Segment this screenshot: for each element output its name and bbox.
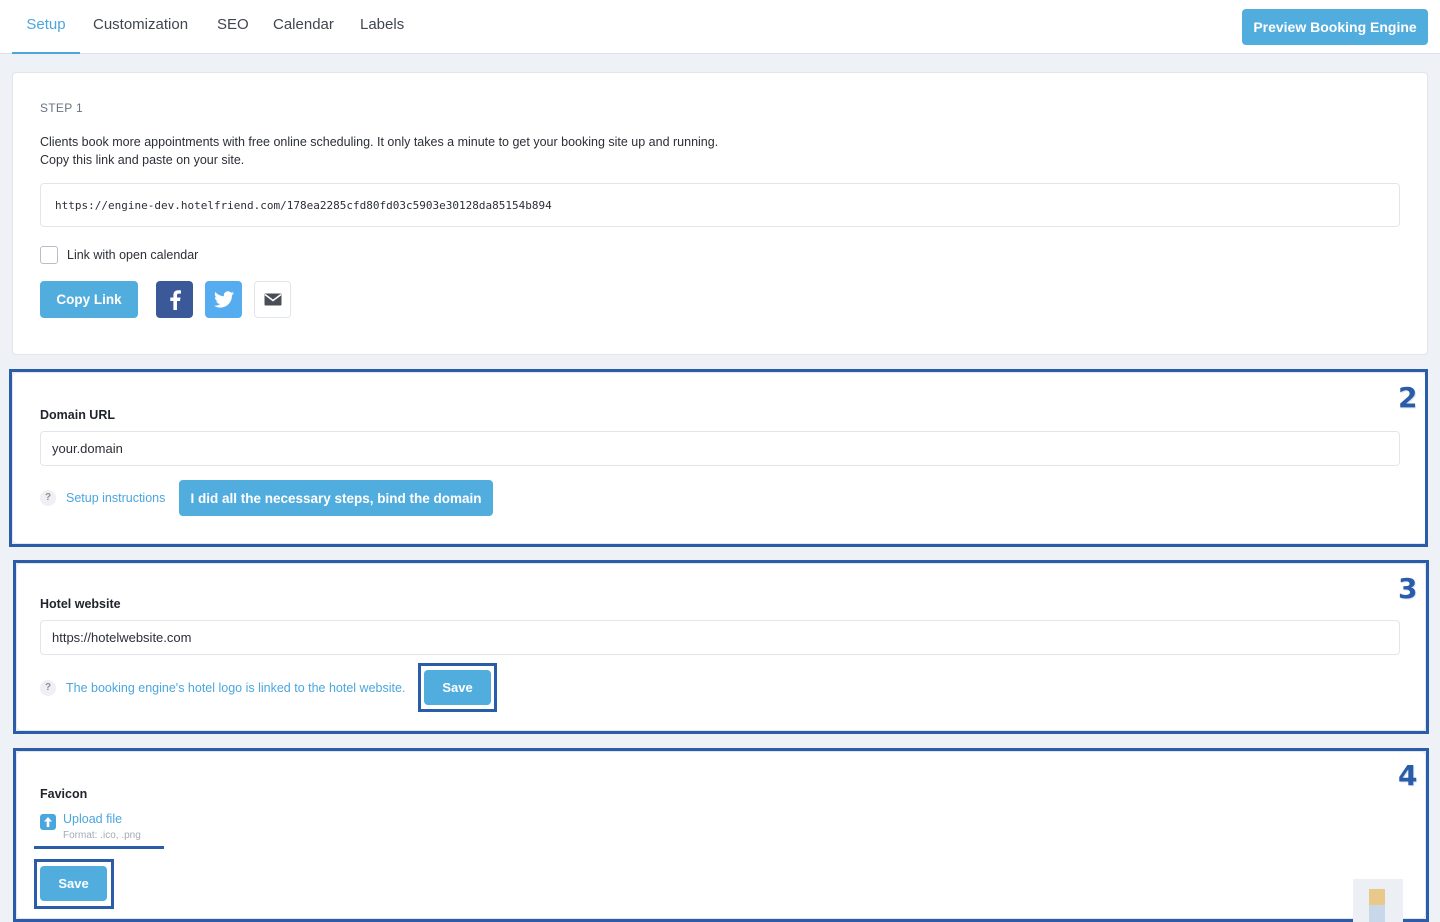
tab-customization[interactable]: Customization	[93, 0, 188, 54]
tab-labels[interactable]: Labels	[360, 0, 404, 54]
step1-instruction: Copy this link and paste on your site.	[40, 153, 245, 167]
step1-description: Clients book more appointments with free…	[40, 135, 719, 149]
favicon-label: Favicon	[40, 787, 88, 801]
tab-setup[interactable]: Setup	[12, 0, 80, 54]
tab-seo[interactable]: SEO	[217, 0, 249, 54]
booking-link-field[interactable]: https://engine-dev.hotelfriend.com/178ea…	[40, 183, 1400, 227]
email-icon	[264, 293, 281, 306]
twitter-icon	[213, 291, 234, 308]
top-navigation: Setup Customization SEO Calendar Labels …	[0, 0, 1440, 54]
format-note: Format: .ico, .png	[63, 830, 141, 841]
copy-link-button[interactable]: Copy Link	[40, 281, 138, 318]
favicon-save-button[interactable]: Save	[40, 866, 107, 901]
hotel-website-label: Hotel website	[40, 597, 121, 611]
preview-booking-engine-button[interactable]: Preview Booking Engine	[1242, 9, 1428, 45]
facebook-icon	[169, 289, 181, 310]
hotel-logo-link-info[interactable]: The booking engine's hotel logo is linke…	[66, 681, 405, 695]
favicon-card	[16, 751, 1426, 919]
hotel-website-input[interactable]	[40, 620, 1400, 655]
annotation-number-3: 3	[1398, 572, 1418, 605]
tab-calendar[interactable]: Calendar	[273, 0, 334, 54]
help-icon: ?	[40, 680, 56, 696]
annotation-number-4: 4	[1398, 759, 1418, 792]
open-calendar-label[interactable]: Link with open calendar	[67, 248, 198, 262]
bind-domain-button[interactable]: I did all the necessary steps, bind the …	[179, 480, 493, 516]
annotation-underline	[34, 846, 164, 849]
upload-icon[interactable]	[40, 814, 56, 830]
step-label: STEP 1	[40, 101, 83, 115]
chat-widget[interactable]	[1353, 879, 1403, 922]
help-icon: ?	[40, 490, 56, 506]
domain-url-input[interactable]	[40, 431, 1400, 466]
upload-file-link[interactable]: Upload file	[63, 812, 122, 826]
domain-url-label: Domain URL	[40, 408, 115, 422]
email-share-button[interactable]	[254, 281, 291, 318]
annotation-number-2: 2	[1398, 381, 1418, 414]
website-save-button[interactable]: Save	[424, 670, 491, 705]
twitter-share-button[interactable]	[205, 281, 242, 318]
open-calendar-checkbox[interactable]	[40, 246, 58, 264]
facebook-share-button[interactable]	[156, 281, 193, 318]
setup-instructions-link[interactable]: Setup instructions	[66, 491, 165, 505]
